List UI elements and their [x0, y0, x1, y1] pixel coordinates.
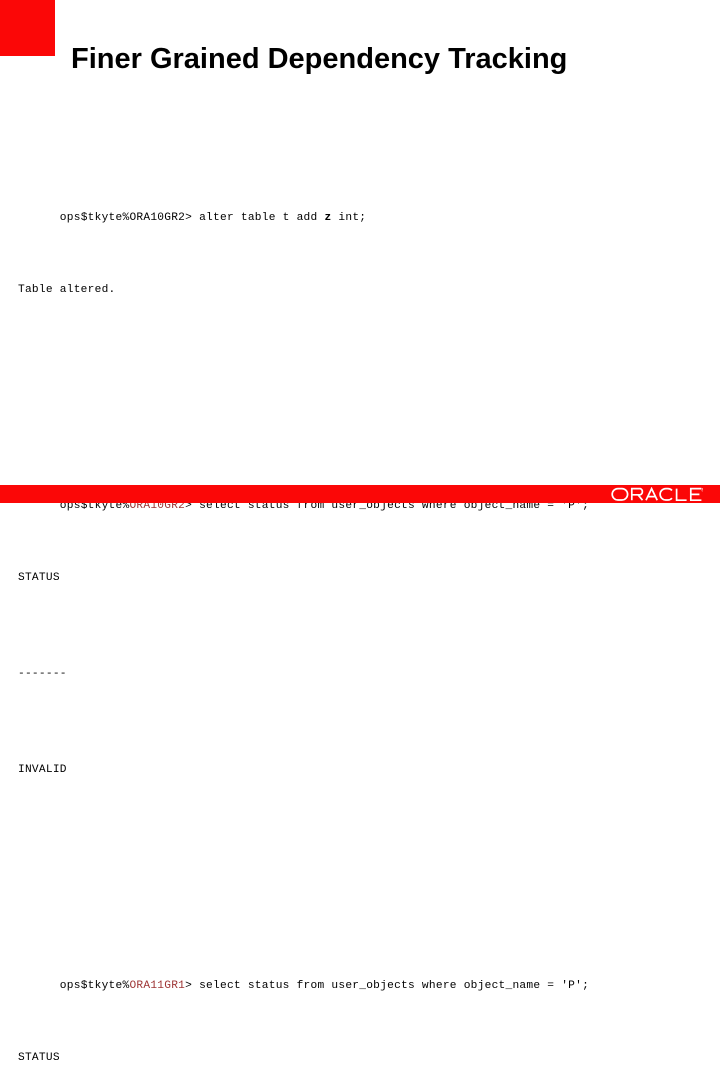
prompt-db-tag: ORA11GR1: [129, 980, 186, 992]
page-title: Finer Grained Dependency Tracking: [71, 43, 568, 76]
terminal-line: Table altered.: [18, 284, 116, 296]
prompt-user: ops$tkyte%: [59, 980, 130, 992]
command-text: alter table t add: [199, 212, 325, 224]
prompt-db-tag: ORA10GR2: [129, 212, 186, 224]
slide-canvas: Finer Grained Dependency Tracking ops$tk…: [0, 0, 720, 1064]
terminal-line: ops$tkyte%ORA10GR2> alter table t add z …: [18, 182, 708, 224]
terminal-column-rule: -------: [18, 668, 67, 680]
accent-square-decoration: [0, 0, 55, 56]
terminal-result-value: INVALID: [18, 764, 67, 776]
prompt-user: ops$tkyte%: [59, 212, 130, 224]
prompt-suffix: >: [185, 212, 200, 224]
terminal-column-header: STATUS: [18, 572, 60, 584]
terminal-line: ops$tkyte%ORA11GR1> select status from u…: [18, 950, 708, 992]
prompt-suffix: >: [185, 980, 200, 992]
terminal-column-header: STATUS: [18, 1052, 60, 1064]
command-text: select status from user_objects where ob…: [199, 980, 590, 992]
svg-text:®: ®: [701, 487, 703, 492]
terminal-transcript: ops$tkyte%ORA10GR2> alter table t add z …: [18, 110, 708, 1080]
oracle-logo: ®: [611, 486, 703, 502]
command-text-tail: int;: [331, 212, 367, 224]
